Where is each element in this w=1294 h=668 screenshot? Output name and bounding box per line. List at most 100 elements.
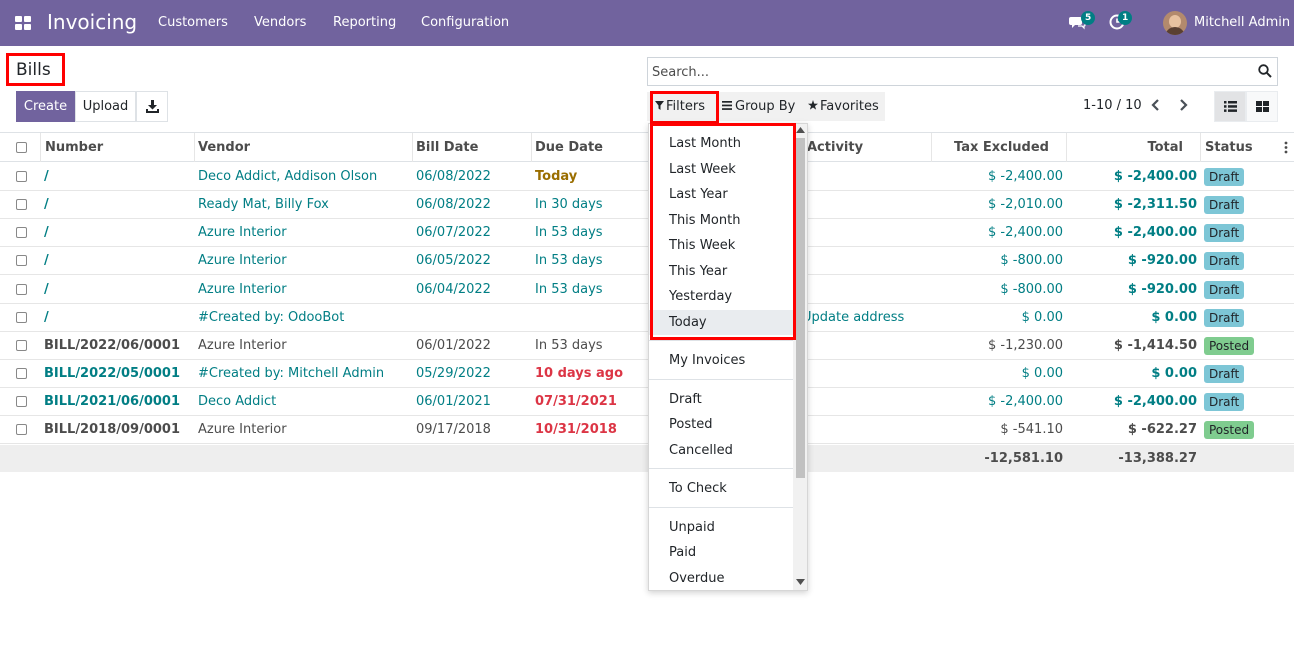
row-checkbox[interactable]	[16, 284, 27, 295]
table-row[interactable]: / #Created by: OdooBot Update address $ 0.0…	[0, 304, 1294, 332]
scroll-down-arrow-icon[interactable]	[796, 579, 805, 585]
cell-tax-excluded: $ -2,400.00	[988, 169, 1063, 184]
cell-number: /	[44, 197, 49, 212]
filters-toggle[interactable]: Filters	[655, 92, 705, 121]
menu-vendors[interactable]: Vendors	[254, 15, 306, 30]
filter-option-draft[interactable]: Draft	[669, 392, 702, 407]
search-box[interactable]	[647, 57, 1278, 86]
cell-bill-date: 05/29/2022	[416, 366, 491, 381]
cell-bill-date: 06/08/2022	[416, 169, 491, 184]
cell-total: $ -2,400.00	[1113, 225, 1197, 240]
select-all-checkbox[interactable]	[16, 142, 27, 153]
filter-option-yesterday[interactable]: Yesterday	[669, 289, 732, 304]
menu-reporting[interactable]: Reporting	[333, 15, 396, 30]
cell-total: $ -1,414.50	[1113, 338, 1197, 353]
cell-vendor: Azure Interior	[198, 338, 287, 353]
row-checkbox[interactable]	[16, 199, 27, 210]
cell-number: /	[44, 253, 49, 268]
cell-due-date: In 53 days	[535, 225, 603, 240]
status-badge: Draft	[1204, 168, 1245, 186]
row-checkbox[interactable]	[16, 171, 27, 182]
row-checkbox[interactable]	[16, 424, 27, 435]
table-row[interactable]: BILL/2022/05/0001 #Created by: Mitchell A…	[0, 360, 1294, 388]
filter-option-overdue[interactable]: Overdue	[669, 571, 725, 586]
download-icon	[146, 100, 159, 113]
filter-option-to-check[interactable]: To Check	[669, 481, 727, 496]
filter-option-today[interactable]: Today	[669, 315, 707, 330]
row-checkbox[interactable]	[16, 227, 27, 238]
table-row[interactable]: / Azure Interior 06/04/2022 In 53 days $ -80…	[0, 276, 1294, 304]
search-input[interactable]	[652, 62, 1242, 82]
filter-option-unpaid[interactable]: Unpaid	[669, 520, 715, 535]
cell-bill-date: 06/01/2022	[416, 338, 491, 353]
user-avatar[interactable]	[1163, 11, 1187, 35]
row-checkbox[interactable]	[16, 340, 27, 351]
favorites-toggle[interactable]: Favorites	[808, 92, 879, 121]
upload-button[interactable]: Upload	[75, 91, 136, 122]
column-header-activity[interactable]: Activity	[807, 133, 863, 162]
column-header-total[interactable]: Total	[1070, 133, 1183, 162]
row-checkbox[interactable]	[16, 255, 27, 266]
create-button[interactable]: Create	[16, 91, 75, 122]
cell-tax-excluded: $ 0.00	[1021, 366, 1063, 381]
dropdown-scrollbar[interactable]	[793, 124, 807, 590]
kanban-view-button[interactable]	[1246, 91, 1278, 122]
status-badge: Posted	[1204, 421, 1255, 439]
cell-tax-excluded: $ -2,400.00	[988, 225, 1063, 240]
user-menu-name[interactable]: Mitchell Admin	[1194, 15, 1290, 30]
app-name[interactable]: Invoicing	[47, 10, 137, 34]
top-navbar: Invoicing Customers Vendors Reporting Co…	[0, 0, 1294, 46]
pager-previous-icon[interactable]	[1150, 97, 1162, 113]
row-checkbox[interactable]	[16, 396, 27, 407]
groupby-label: Group By	[735, 99, 796, 114]
table-row[interactable]: / Ready Mat, Billy Fox 06/08/2022 In 30 day…	[0, 191, 1294, 219]
filter-option-this-year[interactable]: This Year	[669, 264, 727, 279]
cell-due-date: 10 days ago	[535, 366, 624, 381]
filter-option-this-week[interactable]: This Week	[669, 238, 735, 253]
column-header-due-date[interactable]: Due Date	[535, 133, 603, 162]
scrollbar-thumb[interactable]	[796, 138, 805, 478]
cell-total: $ 0.00	[1151, 366, 1197, 381]
table-row[interactable]: BILL/2021/06/0001 Deco Addict 06/01/2021 07…	[0, 388, 1294, 416]
row-checkbox[interactable]	[16, 312, 27, 323]
filter-funnel-icon	[655, 101, 664, 110]
column-header-tax-excluded[interactable]: Tax Excluded	[935, 133, 1049, 162]
row-checkbox[interactable]	[16, 368, 27, 379]
filter-option-my-invoices[interactable]: My Invoices	[669, 353, 745, 368]
table-row[interactable]: / Azure Interior 06/07/2022 In 53 days $ -2,…	[0, 219, 1294, 247]
cell-vendor: #Created by: OdooBot	[198, 310, 345, 325]
tax-excluded-sum: -12,581.10	[984, 451, 1063, 466]
column-header-number[interactable]: Number	[45, 133, 103, 162]
filter-option-cancelled[interactable]: Cancelled	[669, 443, 733, 458]
scroll-up-arrow-icon[interactable]	[796, 127, 805, 133]
cell-due-date: In 53 days	[535, 253, 603, 268]
menu-customers[interactable]: Customers	[158, 15, 228, 30]
filter-option-posted[interactable]: Posted	[669, 417, 712, 432]
table-row[interactable]: BILL/2018/09/0001 Azure Interior 09/17/201…	[0, 416, 1294, 444]
cell-bill-date: 06/05/2022	[416, 253, 491, 268]
table-row[interactable]: / Deco Addict, Addison Olson 06/08/2022 Tod…	[0, 163, 1294, 191]
pager-next-icon[interactable]	[1177, 97, 1189, 113]
download-button[interactable]	[136, 91, 168, 122]
pager-value[interactable]: 1-10 / 10	[1083, 98, 1142, 113]
menu-configuration[interactable]: Configuration	[421, 15, 509, 30]
table-row[interactable]: BILL/2022/06/0001 Azure Interior 06/01/202…	[0, 332, 1294, 360]
filter-option-last-month[interactable]: Last Month	[669, 136, 741, 151]
list-view-button[interactable]	[1214, 91, 1246, 122]
cell-tax-excluded: $ 0.00	[1021, 310, 1063, 325]
column-header-status[interactable]: Status	[1205, 133, 1253, 162]
table-row[interactable]: / Azure Interior 06/05/2022 In 53 days $ -80…	[0, 247, 1294, 275]
kanban-view-icon	[1256, 101, 1269, 112]
groupby-toggle[interactable]: Group By	[722, 92, 795, 121]
column-header-bill-date[interactable]: Bill Date	[416, 133, 478, 162]
search-icon[interactable]	[1258, 64, 1272, 78]
cell-total: $ -622.27	[1127, 422, 1197, 437]
column-header-vendor[interactable]: Vendor	[198, 133, 250, 162]
filter-option-paid[interactable]: Paid	[669, 545, 696, 560]
apps-menu-icon[interactable]	[15, 16, 32, 30]
filter-option-last-week[interactable]: Last Week	[669, 162, 736, 177]
activities-count-badge: 1	[1118, 11, 1133, 25]
filter-option-this-month[interactable]: This Month	[669, 213, 740, 228]
filter-option-last-year[interactable]: Last Year	[669, 187, 728, 202]
optional-columns-icon[interactable]	[1284, 141, 1288, 154]
